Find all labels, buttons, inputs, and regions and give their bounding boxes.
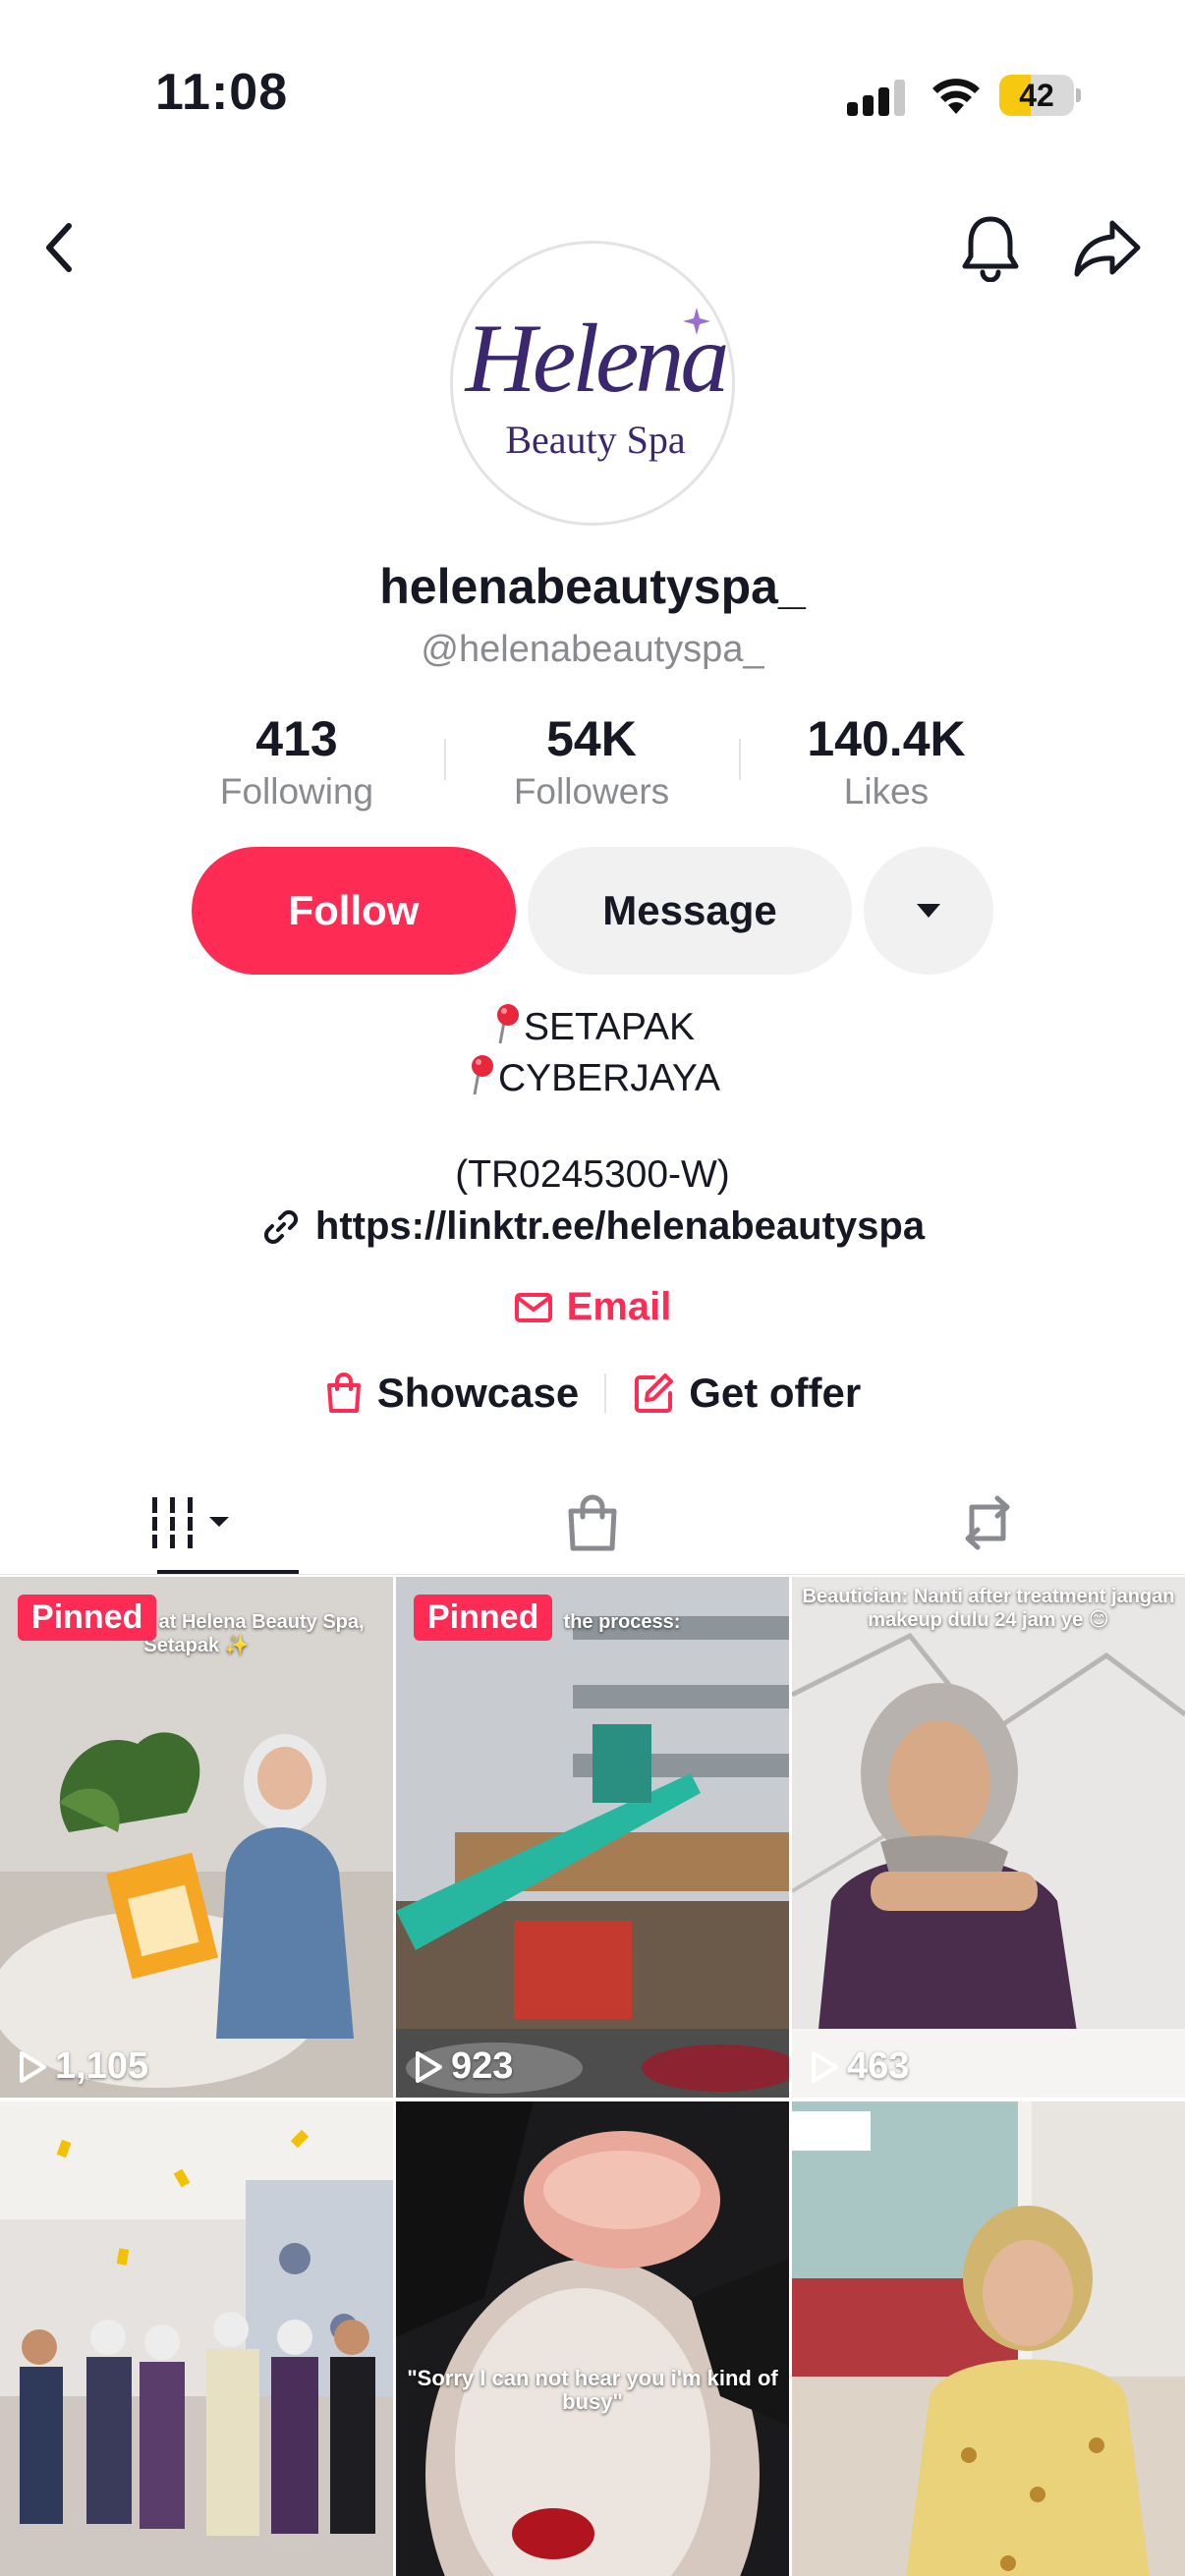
bio-location-2: CYBERJAYA xyxy=(0,1053,1185,1100)
shopping-bag-icon xyxy=(568,1494,617,1551)
status-bar: 11:08 42 xyxy=(0,0,1185,187)
pinned-badge: Pinned xyxy=(414,1595,553,1641)
stat-likes[interactable]: 140.4K Likes xyxy=(739,709,1034,815)
bio-registration: (TR0245300-W) xyxy=(455,1153,730,1196)
view-count: 923 xyxy=(414,2045,513,2088)
video-thumbnail[interactable]: the process: Pinned 923 xyxy=(396,1577,789,2098)
view-count-text: 923 xyxy=(451,2045,514,2087)
helena-logo: Helena Beauty Spa xyxy=(464,304,731,462)
edit-icon xyxy=(635,1373,674,1413)
suggested-accounts-button[interactable] xyxy=(864,847,993,975)
videos-grid-icon xyxy=(150,1497,229,1548)
video-thumbnail-image xyxy=(792,1577,1185,2098)
pin-icon xyxy=(496,1004,519,1044)
stat-label: Followers xyxy=(513,771,670,812)
email-button[interactable]: Email xyxy=(0,1285,1185,1329)
notification-bell-button[interactable] xyxy=(951,206,1030,289)
video-thumbnail[interactable] xyxy=(0,2101,393,2576)
tab-videos[interactable] xyxy=(0,1474,395,1572)
video-thumbnail[interactable]: Beautician: Nanti after treatment jangan… xyxy=(792,1577,1185,2098)
svg-text:Helena: Helena xyxy=(464,304,727,413)
video-thumbnail-image xyxy=(0,2101,393,2576)
bio-location-text: SETAPAK xyxy=(523,1006,696,1048)
message-button[interactable]: Message xyxy=(528,847,852,975)
bio-link-text: https://linktr.ee/helenabeautyspa xyxy=(314,1204,926,1248)
shopping-bag-icon xyxy=(326,1372,361,1413)
bio-link[interactable]: https://linktr.ee/helenabeautyspa xyxy=(0,1204,1185,1249)
get-offer-button[interactable]: Get offer xyxy=(632,1370,861,1417)
share-button[interactable] xyxy=(1067,206,1150,289)
video-thumbnail[interactable] xyxy=(792,2101,1185,2576)
tabs-divider xyxy=(0,1574,1185,1575)
showcase-label: Showcase xyxy=(376,1370,580,1416)
view-count-text: 1,105 xyxy=(55,2045,149,2087)
battery-indicator: 42 xyxy=(999,75,1081,116)
stat-following[interactable]: 413 Following xyxy=(149,709,444,815)
stat-label: Following xyxy=(219,771,374,812)
username-handle: @helenabeautyspa_ xyxy=(421,629,764,670)
share-arrow-icon xyxy=(1074,220,1141,277)
chevron-left-icon xyxy=(46,223,72,272)
video-thumbnail-image xyxy=(396,2101,789,2576)
battery-percent: 42 xyxy=(1019,78,1054,113)
video-thumbnail-image xyxy=(396,1577,789,2098)
video-thumbnail-image xyxy=(792,2101,1185,2576)
video-thumbnail[interactable]: of pampering at Helena Beauty Spa, Setap… xyxy=(0,1577,393,2098)
status-time: 11:08 xyxy=(155,64,289,121)
mail-icon xyxy=(514,1292,552,1322)
display-name: helenabeautyspa_ xyxy=(379,559,806,614)
bio-location-1: SETAPAK xyxy=(0,1002,1185,1049)
stat-value: 54K xyxy=(546,711,637,766)
repost-icon xyxy=(965,1495,1010,1550)
pin-icon xyxy=(471,1055,493,1095)
wifi-icon xyxy=(932,79,980,114)
bell-icon xyxy=(962,216,1019,282)
stat-value: 413 xyxy=(255,711,338,766)
showcase-button[interactable]: Showcase xyxy=(324,1370,579,1417)
tab-reposts[interactable] xyxy=(790,1474,1185,1572)
link-icon xyxy=(263,1209,298,1244)
back-button[interactable] xyxy=(29,206,88,289)
view-count: 463 xyxy=(810,2045,909,2088)
email-label: Email xyxy=(566,1285,672,1328)
pinned-badge: Pinned xyxy=(18,1595,157,1641)
get-offer-label: Get offer xyxy=(689,1370,862,1416)
divider xyxy=(604,1373,607,1413)
play-icon xyxy=(812,2050,838,2083)
follow-button[interactable]: Follow xyxy=(192,847,516,975)
video-caption: "Sorry I can not hear you i'm kind of bu… xyxy=(407,2366,778,2414)
view-count: 1,105 xyxy=(18,2045,148,2088)
shortcut-row: Showcase Get offer xyxy=(0,1370,1185,1417)
stat-followers[interactable]: 54K Followers xyxy=(444,709,739,815)
video-caption: Beautician: Nanti after treatment jangan… xyxy=(802,1586,1175,1631)
play-icon xyxy=(20,2050,46,2083)
play-icon xyxy=(416,2050,442,2083)
profile-avatar[interactable]: Helena Beauty Spa xyxy=(450,241,735,526)
caret-down-icon xyxy=(917,904,940,918)
tab-shop[interactable] xyxy=(395,1474,790,1572)
stat-value: 140.4K xyxy=(807,711,966,766)
video-thumbnail[interactable]: "Sorry I can not hear you i'm kind of bu… xyxy=(396,2101,789,2576)
bio-location-text: CYBERJAYA xyxy=(497,1057,721,1099)
cellular-signal-icon xyxy=(847,80,905,116)
stat-label: Likes xyxy=(843,771,930,812)
view-count-text: 463 xyxy=(847,2045,910,2087)
svg-text:Beauty Spa: Beauty Spa xyxy=(505,418,686,462)
